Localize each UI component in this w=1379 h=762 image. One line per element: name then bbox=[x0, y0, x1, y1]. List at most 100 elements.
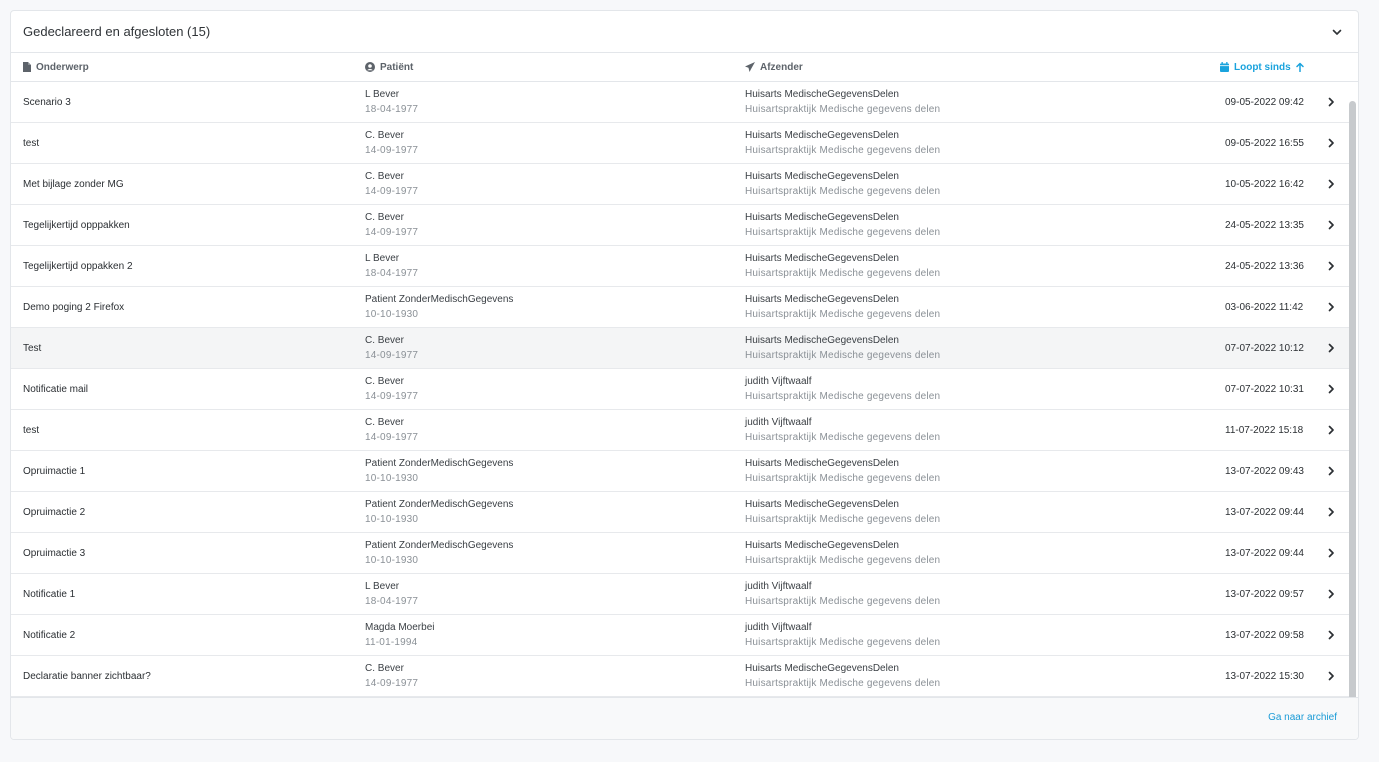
sender-organisation: Huisartspraktijk Medische gegevens delen bbox=[745, 104, 941, 115]
row-patient: Patient ZonderMedischGegevens 10-10-1930 bbox=[365, 533, 513, 573]
sender-name: Huisarts MedischeGegevensDelen bbox=[745, 294, 899, 305]
row-subject: Notificatie mail bbox=[23, 369, 88, 409]
row-date: 07-07-2022 10:31 bbox=[1225, 369, 1304, 409]
subject-text: Notificatie 2 bbox=[23, 629, 76, 641]
chevron-right-icon[interactable] bbox=[1325, 506, 1337, 518]
sender-name: Huisarts MedischeGegevensDelen bbox=[745, 130, 899, 141]
sender-organisation: Huisartspraktijk Medische gegevens delen bbox=[745, 555, 941, 566]
scrollbar[interactable] bbox=[1349, 101, 1356, 698]
row-patient: C. Bever 14-09-1977 bbox=[365, 410, 418, 450]
patient-dob: 14-09-1977 bbox=[365, 145, 419, 156]
patient-name: C. Bever bbox=[365, 130, 404, 141]
table-row[interactable]: Notificatie 2 Magda Moerbei 11-01-1994 judi… bbox=[11, 615, 1349, 656]
row-patient: Magda Moerbei 11-01-1994 bbox=[365, 615, 434, 655]
patient-name: C. Bever bbox=[365, 376, 404, 387]
sender-organisation: Huisartspraktijk Medische gegevens delen bbox=[745, 596, 941, 607]
table-header: Onderwerp Patiënt Afzender Loopt sinds bbox=[11, 53, 1358, 82]
file-icon bbox=[23, 62, 31, 72]
patient-dob: 10-10-1930 bbox=[365, 473, 419, 484]
chevron-right-icon[interactable] bbox=[1325, 670, 1337, 682]
row-subject: Tegelijkertijd opppakken bbox=[23, 205, 130, 245]
row-date: 24-05-2022 13:36 bbox=[1225, 246, 1304, 286]
row-sender: Huisarts MedischeGegevensDelen Huisartspr… bbox=[745, 328, 940, 368]
row-sender: Huisarts MedischeGegevensDelen Huisartspr… bbox=[745, 246, 940, 286]
subject-text: Declaratie banner zichtbaar? bbox=[23, 670, 151, 682]
date-text: 09-05-2022 16:55 bbox=[1225, 137, 1304, 149]
row-patient: Patient ZonderMedischGegevens 10-10-1930 bbox=[365, 451, 513, 491]
chevron-right-icon[interactable] bbox=[1325, 260, 1337, 272]
chevron-right-icon[interactable] bbox=[1325, 301, 1337, 313]
table-row[interactable]: Notificatie 1 L Bever 18-04-1977 judith Vij… bbox=[11, 574, 1349, 615]
table-row[interactable]: Test C. Bever 14-09-1977 Huisarts MedischeG… bbox=[11, 328, 1349, 369]
table-row[interactable]: test C. Bever 14-09-1977 Huisarts MedischeG… bbox=[11, 123, 1349, 164]
archive-link[interactable]: Ga naar archief bbox=[1268, 712, 1337, 723]
row-subject: Scenario 3 bbox=[23, 82, 71, 122]
subject-text: Tegelijkertijd opppakken bbox=[23, 219, 130, 231]
sender-name: Huisarts MedischeGegevensDelen bbox=[745, 458, 899, 469]
patient-name: Patient ZonderMedischGegevens bbox=[365, 458, 514, 469]
row-patient: C. Bever 14-09-1977 bbox=[365, 328, 418, 368]
table-row[interactable]: Tegelijkertijd opppakken C. Bever 14-09-19… bbox=[11, 205, 1349, 246]
column-label: Onderwerp bbox=[36, 61, 89, 73]
row-date: 11-07-2022 15:18 bbox=[1225, 410, 1303, 450]
sender-name: Huisarts MedischeGegevensDelen bbox=[745, 89, 899, 100]
row-patient: C. Bever 14-09-1977 bbox=[365, 656, 418, 696]
row-date: 10-05-2022 16:42 bbox=[1225, 164, 1304, 204]
table-row[interactable]: Opruimactie 1 Patient ZonderMedischGegeve… bbox=[11, 451, 1349, 492]
chevron-right-icon[interactable] bbox=[1325, 629, 1337, 641]
chevron-right-icon[interactable] bbox=[1325, 137, 1337, 149]
row-patient: C. Bever 14-09-1977 bbox=[365, 164, 418, 204]
column-header-patient[interactable]: Patiënt bbox=[365, 62, 413, 73]
chevron-right-icon[interactable] bbox=[1325, 342, 1337, 354]
patient-dob: 18-04-1977 bbox=[365, 104, 419, 115]
patient-name: L Bever bbox=[365, 253, 400, 264]
sender-organisation: Huisartspraktijk Medische gegevens delen bbox=[745, 637, 941, 648]
row-sender: Huisarts MedischeGegevensDelen Huisartspr… bbox=[745, 82, 940, 122]
column-header-sender[interactable]: Afzender bbox=[745, 62, 803, 73]
table-row[interactable]: Met bijlage zonder MG C. Bever 14-09-1977 H… bbox=[11, 164, 1349, 205]
table-row[interactable]: Opruimactie 3 Patient ZonderMedischGegeve… bbox=[11, 533, 1349, 574]
subject-text: Tegelijkertijd oppakken 2 bbox=[23, 260, 133, 272]
panel-header[interactable]: Gedeclareerd en afgesloten (15) bbox=[11, 11, 1358, 53]
row-subject: Opruimactie 3 bbox=[23, 533, 85, 573]
date-text: 13-07-2022 09:44 bbox=[1225, 547, 1304, 559]
subject-text: Opruimactie 1 bbox=[23, 465, 86, 477]
table-row[interactable]: Notificatie mail C. Bever 14-09-1977 judith… bbox=[11, 369, 1349, 410]
date-text: 10-05-2022 16:42 bbox=[1225, 178, 1304, 190]
table-row[interactable]: test C. Bever 14-09-1977 judith Vijftwaalf H… bbox=[11, 410, 1349, 451]
row-sender: judith Vijftwaalf Huisartspraktijk Medisc… bbox=[745, 615, 940, 655]
column-header-subject[interactable]: Onderwerp bbox=[23, 62, 89, 73]
row-patient: C. Bever 14-09-1977 bbox=[365, 369, 418, 409]
chevron-right-icon[interactable] bbox=[1325, 588, 1337, 600]
chevron-right-icon[interactable] bbox=[1325, 465, 1337, 477]
date-text: 11-07-2022 15:18 bbox=[1225, 424, 1304, 436]
sender-organisation: Huisartspraktijk Medische gegevens delen bbox=[745, 432, 941, 443]
table-row[interactable]: Tegelijkertijd oppakken 2 L Bever 18-04-19… bbox=[11, 246, 1349, 287]
patient-dob: 14-09-1977 bbox=[365, 186, 419, 197]
sender-name: judith Vijftwaalf bbox=[745, 622, 812, 633]
chevron-right-icon[interactable] bbox=[1325, 178, 1337, 190]
patient-dob: 14-09-1977 bbox=[365, 350, 419, 361]
sender-name: Huisarts MedischeGegevensDelen bbox=[745, 335, 899, 346]
patient-name: C. Bever bbox=[365, 335, 404, 346]
chevron-down-icon[interactable] bbox=[1328, 23, 1346, 41]
table-row[interactable]: Opruimactie 2 Patient ZonderMedischGegeve… bbox=[11, 492, 1349, 533]
table-row[interactable]: Demo poging 2 Firefox Patient ZonderMedis… bbox=[11, 287, 1349, 328]
table-row[interactable]: Scenario 3 L Bever 18-04-1977 Huisarts Medi… bbox=[11, 82, 1349, 123]
chevron-right-icon[interactable] bbox=[1325, 383, 1337, 395]
messages-table: Onderwerp Patiënt Afzender Loopt sinds S… bbox=[11, 53, 1358, 698]
column-header-date[interactable]: Loopt sinds bbox=[1220, 62, 1304, 73]
patient-name: C. Bever bbox=[365, 417, 404, 428]
calendar-icon bbox=[1220, 62, 1229, 72]
date-text: 13-07-2022 09:58 bbox=[1225, 629, 1304, 641]
sender-organisation: Huisartspraktijk Medische gegevens delen bbox=[745, 678, 941, 689]
patient-name: Patient ZonderMedischGegevens bbox=[365, 499, 514, 510]
row-date: 07-07-2022 10:12 bbox=[1225, 328, 1304, 368]
table-row[interactable]: Declaratie banner zichtbaar? C. Bever 14-0… bbox=[11, 656, 1349, 697]
row-subject: Tegelijkertijd oppakken 2 bbox=[23, 246, 133, 286]
chevron-right-icon[interactable] bbox=[1325, 424, 1337, 436]
chevron-right-icon[interactable] bbox=[1325, 547, 1337, 559]
chevron-right-icon[interactable] bbox=[1325, 219, 1337, 231]
chevron-right-icon[interactable] bbox=[1325, 96, 1337, 108]
date-text: 07-07-2022 10:31 bbox=[1225, 383, 1304, 395]
